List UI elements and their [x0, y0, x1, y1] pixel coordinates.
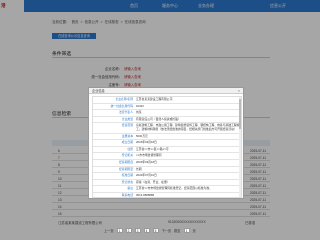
info-value: 江苏省××市市场监督管理局核准登记，经营范围以核准为准。 — [136, 186, 212, 191]
info-label: 备注 — [127, 186, 133, 191]
info-row: 统一社会信用代码 91320 — [93, 104, 241, 111]
info-label: 法定代表人 — [119, 110, 133, 115]
next-page-button[interactable]: 下一页 — [162, 228, 172, 233]
info-row: 登记状态 存续（在营、开业、在册） — [93, 180, 241, 187]
info-row: 经营范围 房屋建筑工程、市政公用工程、建筑装修装饰工程、钢结构工程、地基与基础工程… — [93, 123, 241, 134]
info-label: 住所 — [127, 146, 133, 151]
info-value: 房屋建筑工程、市政公用工程、建筑装修装饰工程、钢结构工程、地基与基础工程施工；建… — [136, 123, 240, 131]
scrollbar-thumb[interactable] — [239, 99, 241, 129]
footer-code: 91320000XXXXXXXXXX — [168, 220, 206, 224]
info-value: 有限责任公司（自然人投资或控股） — [136, 116, 181, 121]
info-label: 登记机关 — [121, 153, 133, 158]
info-row: 联系电话 0513-8888888 — [93, 192, 241, 197]
info-label: 经营期限至 — [119, 166, 133, 171]
info-row: 企业名称/名称 江苏省某某建设工程有限公司 — [93, 97, 241, 104]
info-value: 0513-8888888 — [136, 192, 155, 197]
info-value: 2024年07月01日 — [136, 173, 157, 178]
info-row: 法定代表人 刘某 — [93, 110, 241, 117]
info-label: 经营期限自 — [119, 159, 133, 164]
prev-page-button[interactable]: 上一页 — [104, 228, 114, 233]
info-row: 住所 江苏省××市××区××路××号 — [93, 147, 241, 154]
info-value: 江苏省××市××区××路××号 — [136, 146, 169, 151]
info-value: 存续（在营、开业、在册） — [136, 179, 170, 184]
modal-body[interactable]: 企业名称/名称 江苏省某某建设工程有限公司 统一社会信用代码 91320 法定代表人 刘某… — [92, 96, 242, 198]
info-label: 联系电话 — [121, 192, 133, 197]
info-value: ××市市场监督管理局 — [136, 153, 162, 158]
close-icon[interactable]: × — [238, 88, 240, 94]
modal-title: 企业信息 — [92, 89, 105, 93]
page-4-button[interactable]: 4 — [143, 228, 150, 233]
page-3-button[interactable]: 3 — [134, 228, 141, 233]
page-1-button[interactable]: 1 — [116, 228, 123, 233]
info-value: 91320 — [136, 103, 144, 108]
goto-unit: 页 — [192, 229, 196, 233]
info-label: 核准日期 — [121, 173, 133, 178]
info-row: 成立日期 2015年03月18日 — [93, 140, 241, 147]
company-info-modal: 企业信息 × 企业名称/名称 江苏省某某建设工程有限公司 统一社会信用代码 91320… — [88, 87, 244, 199]
info-label: 企业类型 — [121, 116, 133, 121]
page-5-button[interactable]: 5 — [152, 228, 159, 233]
info-row: 核准日期 2024年07月01日 — [93, 173, 241, 180]
info-label: 成立日期 — [121, 140, 133, 145]
pagination: 上一页 1 2 3 4 5 下一页 跳至 1 页 — [104, 228, 196, 233]
info-row: 登记机关 ××市市场监督管理局 — [93, 153, 241, 160]
info-label: 经营范围 — [121, 123, 133, 128]
page-2-button[interactable]: 2 — [125, 228, 132, 233]
info-value: 2015年03月18日 — [136, 159, 157, 164]
modal-scrollbar[interactable] — [239, 97, 241, 197]
info-value: 2015年03月18日 — [136, 140, 157, 145]
goto-label: 跳至 — [174, 229, 181, 233]
modal-header: 企业信息 × — [89, 88, 243, 94]
info-label: 企业名称/名称 — [115, 97, 133, 101]
footer-company: 江苏省某某建设工程有限公司 — [58, 221, 103, 225]
footer-status: 已核准 — [245, 221, 256, 225]
info-value: 5000万元 — [136, 133, 148, 138]
info-value: 江苏省某某建设工程有限公司 — [136, 97, 173, 101]
info-row: 注册资本 5000万元 — [93, 134, 241, 141]
goto-input[interactable]: 1 — [183, 228, 190, 233]
info-value: 长期 — [136, 166, 142, 171]
info-value: 刘某 — [136, 110, 142, 115]
info-row: 备注 江苏省××市市场监督管理局核准登记，经营范围以核准为准。 — [93, 186, 241, 193]
info-row: 企业类型 有限责任公司（自然人投资或控股） — [93, 117, 241, 124]
info-row: 经营期限自 2015年03月18日 — [93, 160, 241, 167]
info-label: 注册资本 — [121, 133, 133, 138]
info-table: 企业名称/名称 江苏省某某建设工程有限公司 统一社会信用代码 91320 法定代表人 刘某… — [93, 97, 241, 197]
info-label: 统一社会信用代码 — [110, 103, 133, 108]
info-label: 登记状态 — [121, 179, 133, 184]
info-row: 经营期限至 长期 — [93, 167, 241, 174]
